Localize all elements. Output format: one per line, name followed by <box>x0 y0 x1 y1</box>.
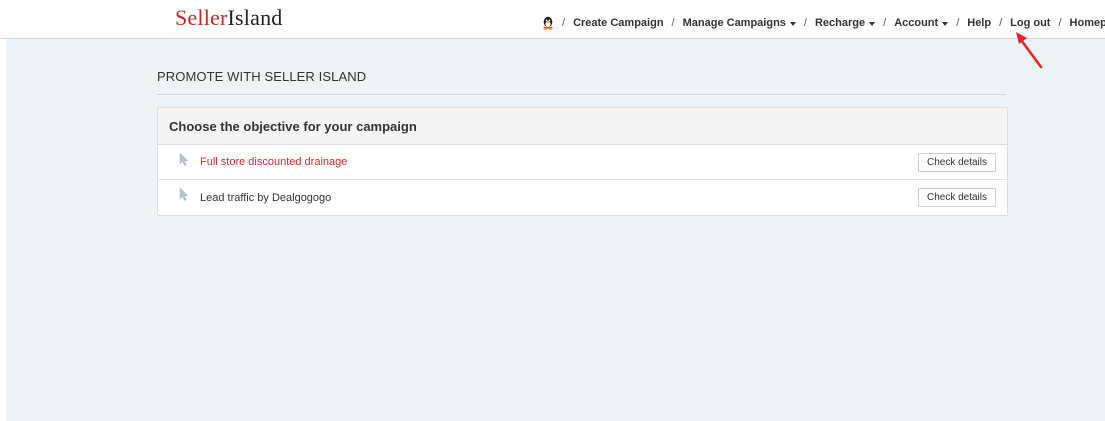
list-item: Full store discounted drainage Check det… <box>158 145 1007 180</box>
check-details-button[interactable]: Check details <box>917 153 996 172</box>
page-title: PROMOTE WITH SELLER ISLAND <box>157 69 367 84</box>
nav-separator: / <box>562 17 566 29</box>
nav-create-campaign[interactable]: Create Campaign <box>573 16 663 30</box>
nav-recharge[interactable]: Recharge <box>814 16 876 30</box>
nav-separator: / <box>803 17 807 29</box>
nav-homepage[interactable]: Homepage <box>1070 16 1105 30</box>
title-divider <box>157 94 1006 95</box>
cursor-arrow-icon <box>179 152 189 166</box>
list-item: Lead traffic by Dealgogogo Check details <box>158 180 1007 215</box>
objective-panel: Choose the objective for your campaign F… <box>157 107 1008 216</box>
nav-separator: / <box>671 17 675 29</box>
chevron-down-icon <box>869 22 876 26</box>
main-content-area <box>6 39 1105 421</box>
brand-logo[interactable]: SellerIsland <box>175 5 282 31</box>
annotation-arrow-icon <box>1016 32 1043 69</box>
nav-separator: / <box>956 17 960 29</box>
nav-separator: / <box>883 17 887 29</box>
objective-panel-heading: Choose the objective for your campaign <box>158 108 1007 145</box>
check-details-button[interactable]: Check details <box>917 188 996 207</box>
nav-separator: / <box>999 17 1003 29</box>
nav-manage-campaigns[interactable]: Manage Campaigns <box>683 16 796 30</box>
chevron-down-icon <box>789 22 796 26</box>
brand-logo-part1: Seller <box>175 5 228 30</box>
nav-separator: / <box>1058 17 1062 29</box>
top-navbar: SellerIsland / Create Campaign / Manage … <box>0 0 1105 39</box>
nav-help[interactable]: Help <box>967 16 991 30</box>
nav-manage-campaigns-label: Manage Campaigns <box>682 17 786 29</box>
objective-full-store-discounted-drainage[interactable]: Full store discounted drainage <box>200 156 347 168</box>
objective-lead-traffic-by-dealgogogo[interactable]: Lead traffic by Dealgogogo <box>200 192 331 204</box>
nav-account[interactable]: Account <box>894 16 949 30</box>
nav-account-label: Account <box>894 17 939 29</box>
nav-recharge-label: Recharge <box>814 17 866 29</box>
brand-logo-part2: Island <box>227 5 283 30</box>
chevron-down-icon <box>942 22 949 26</box>
cursor-arrow-icon <box>179 187 189 201</box>
qq-penguin-icon[interactable] <box>542 16 554 30</box>
